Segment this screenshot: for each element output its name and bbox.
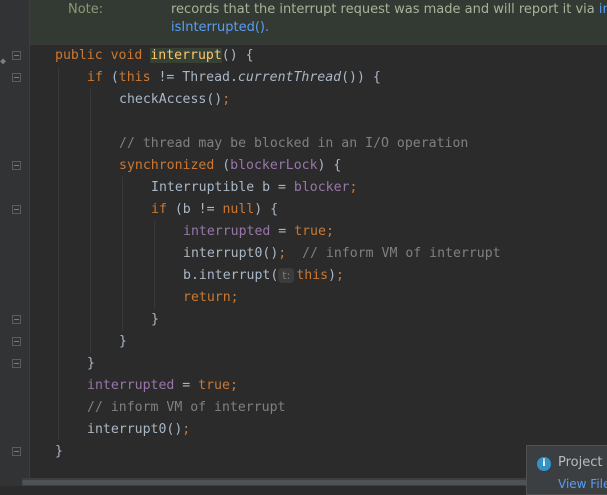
indent-guide <box>154 221 155 309</box>
fold-marker-icon[interactable] <box>12 205 21 214</box>
fold-marker-icon[interactable] <box>12 447 21 456</box>
code-line-10[interactable]: b.interrupt(t: this); <box>183 265 344 287</box>
notification-balloon[interactable]: i Project c View File <box>526 445 607 495</box>
fold-marker-icon[interactable] <box>12 337 21 346</box>
code-line-12[interactable]: } <box>151 309 159 331</box>
code-line-16[interactable]: // inform VM of interrupt <box>87 397 286 419</box>
horizontal-scrollbar[interactable] <box>22 478 527 486</box>
gutter-marker-icon: ◆ <box>0 56 7 67</box>
fold-marker-icon[interactable] <box>12 161 21 170</box>
notification-title: Project c <box>558 455 607 470</box>
code-line-18[interactable]: } <box>55 441 63 463</box>
method-name[interactable]: interrupt <box>150 48 222 63</box>
code-line-1[interactable]: public void interrupt() { <box>55 45 254 67</box>
doc-line-1: records that the interrupt request was m… <box>171 2 607 17</box>
code-line-5[interactable]: synchronized (blockerLock) { <box>119 155 341 177</box>
indent-guide <box>90 89 91 353</box>
code-line-6[interactable]: Interruptible b = blocker; <box>151 177 357 199</box>
indent-guide <box>122 177 123 331</box>
scrollbar-thumb[interactable] <box>22 480 527 485</box>
doc-note-label: Note: <box>68 2 104 17</box>
doc-link-isinterrupted[interactable]: isInterrupted(). <box>171 20 269 35</box>
code-line-15[interactable]: interrupted = true; <box>87 375 238 397</box>
fold-marker-icon[interactable] <box>12 315 21 324</box>
code-editor[interactable]: Note: records that the interrupt request… <box>0 0 607 495</box>
code-line-7[interactable]: if (b != null) { <box>151 199 278 221</box>
parameter-hint: t: <box>278 268 295 283</box>
code-line-8[interactable]: interrupted = true; <box>183 221 334 243</box>
code-line-9[interactable]: interrupt0(); // inform VM of interrupt <box>183 243 501 265</box>
gutter-divider <box>29 0 30 486</box>
indent-guide <box>58 67 59 440</box>
rendered-javadoc: Note: records that the interrupt request… <box>30 0 607 44</box>
code-line-14[interactable]: } <box>87 353 95 375</box>
fold-marker-icon[interactable] <box>12 73 21 82</box>
code-line-13[interactable]: } <box>119 331 127 353</box>
fold-marker-icon[interactable] <box>12 51 21 60</box>
code-line-11[interactable]: return; <box>183 287 239 309</box>
code-line-3[interactable]: checkAccess(); <box>119 89 230 111</box>
code-line-4[interactable]: // thread may be blocked in an I/O opera… <box>119 133 468 155</box>
fold-marker-icon[interactable] <box>12 359 21 368</box>
code-line-17[interactable]: interrupt0(); <box>87 419 190 441</box>
doc-link-interrupted[interactable]: interr <box>595 2 607 17</box>
info-icon: i <box>537 457 551 471</box>
view-file-link[interactable]: View File <box>558 477 607 491</box>
code-line-2[interactable]: if (this != Thread.currentThread()) { <box>87 67 381 89</box>
